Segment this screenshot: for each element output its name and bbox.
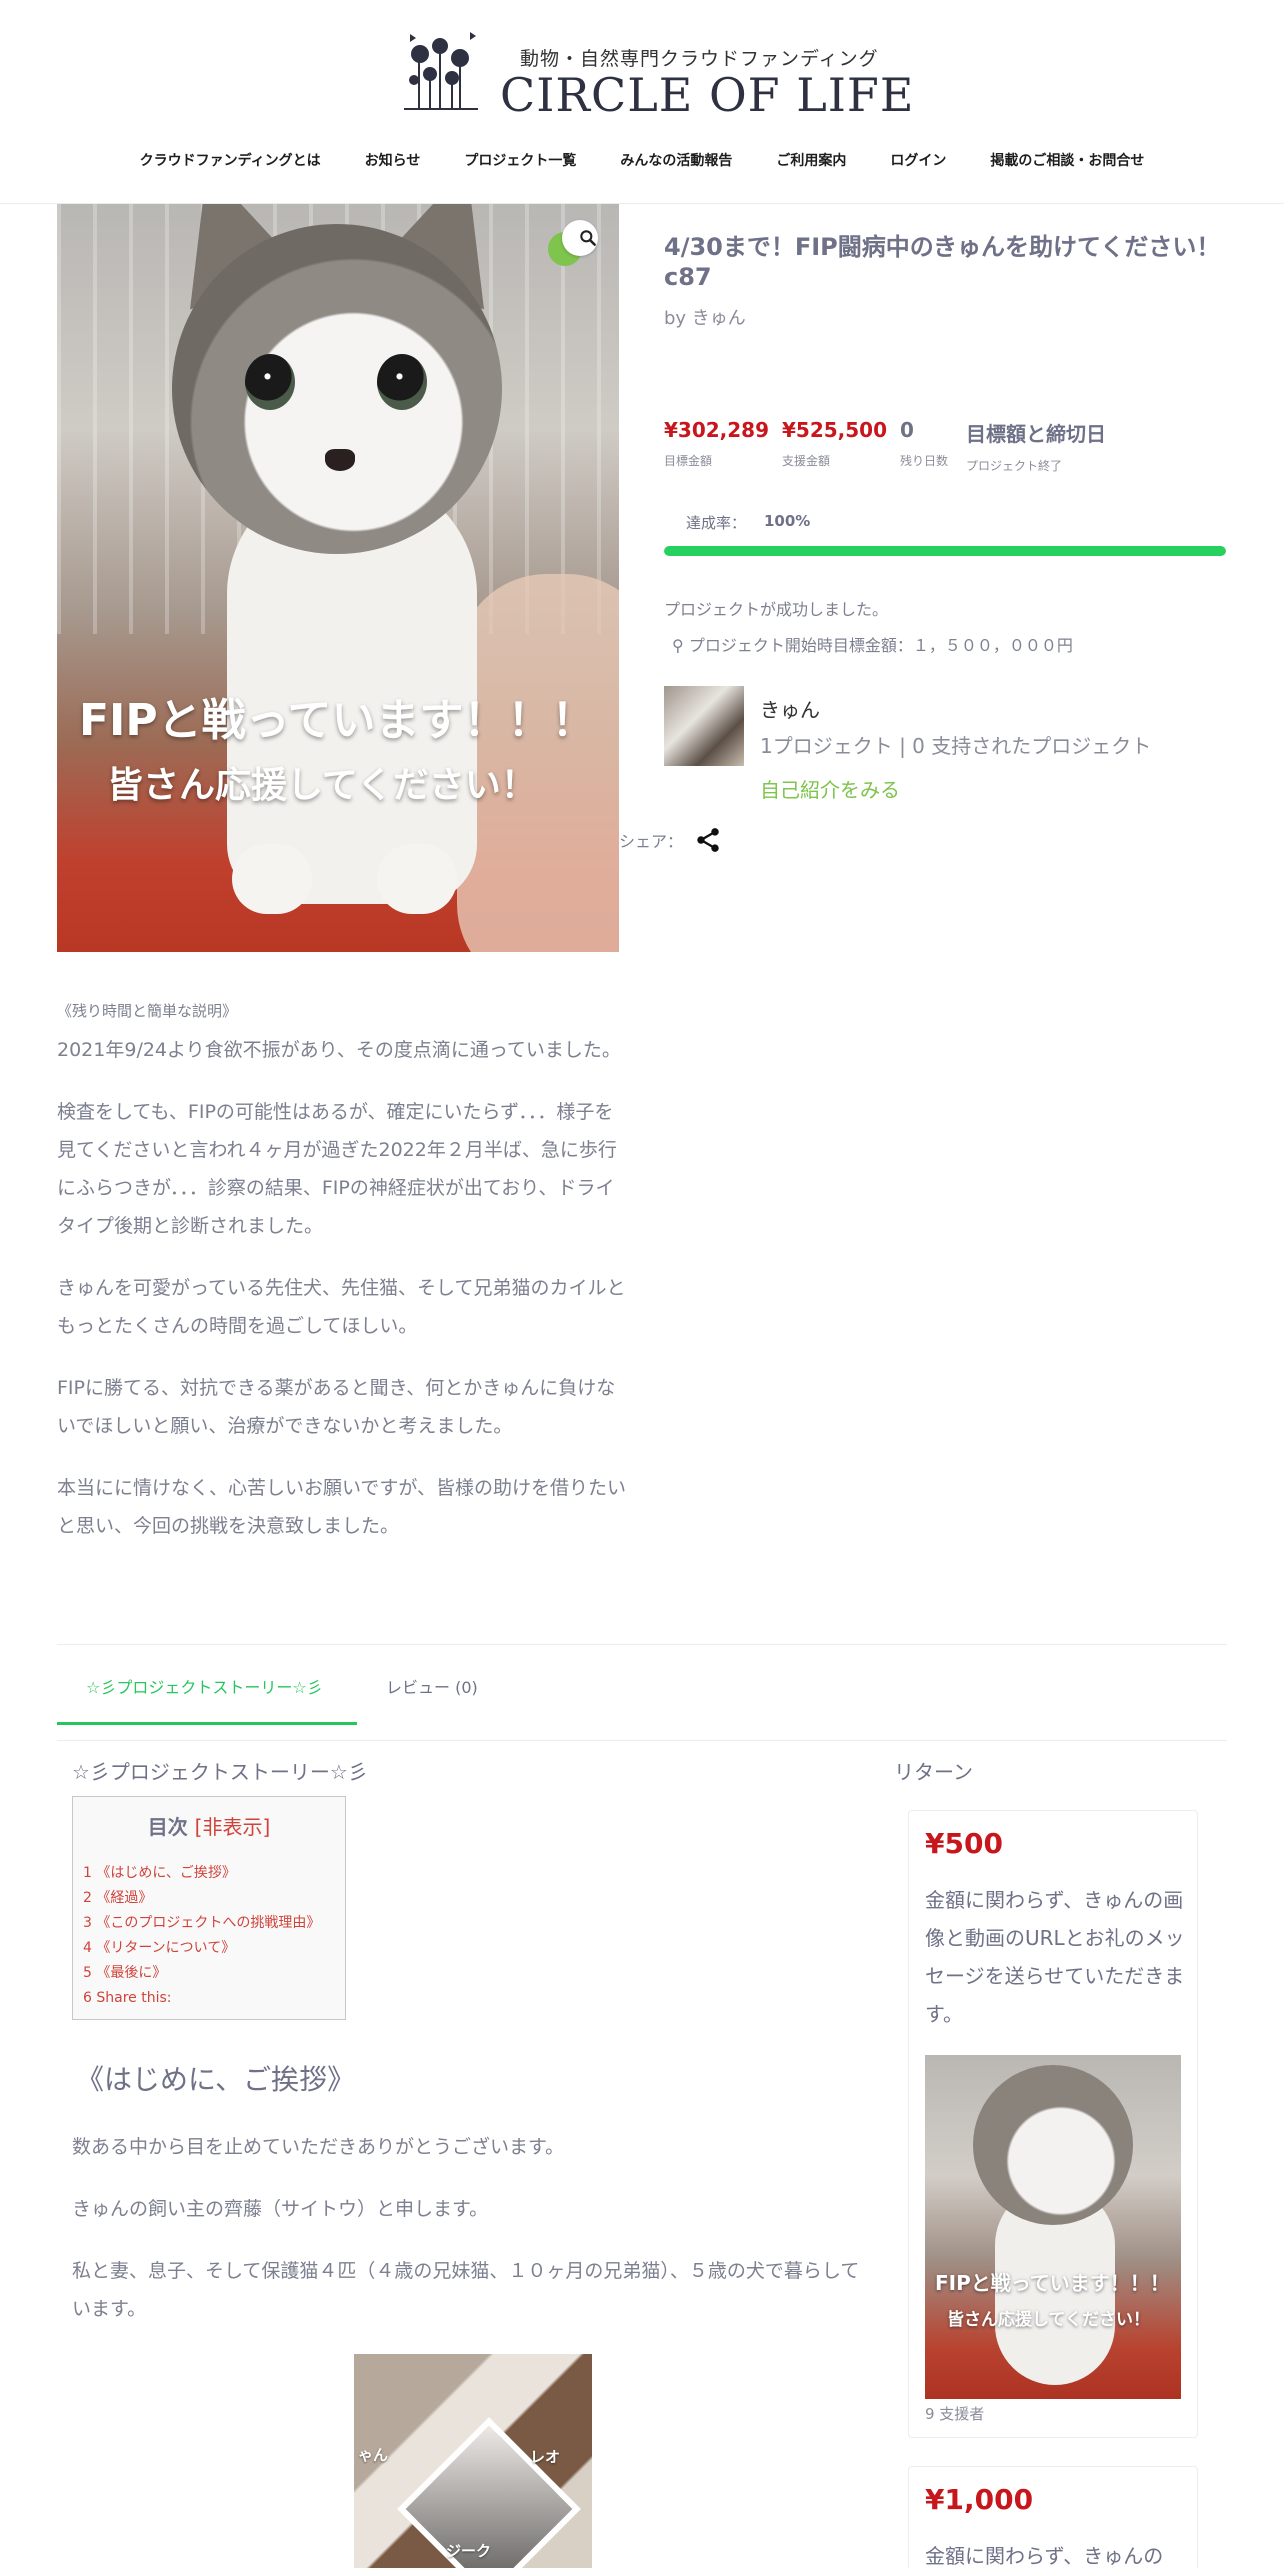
stat-goal-label: 目標金額	[664, 454, 713, 468]
description-paragraph: FIPに勝てる、対抗できる薬があると聞き、何とかきゅんに負けないでほしいと願い、…	[57, 1377, 616, 1437]
return-card[interactable]: ¥1,000 金額に関わらず、きゅんの	[908, 2466, 1198, 2568]
nav-item-about[interactable]: クラウドファンディングとは	[140, 150, 321, 180]
nav-item-login[interactable]: ログイン	[890, 150, 946, 180]
cat-paw-right	[377, 844, 457, 914]
return-description: 金額に関わらず、きゅんの画像と動画のURLとお礼のメッセージを送らせていただきま…	[925, 1888, 1185, 2026]
hero-caption-line1: FIPと戦っています！！！	[79, 695, 596, 746]
story-paragraph: 数ある中から目を止めていただきありがとうございます。	[72, 2136, 565, 2158]
return-image-caption-line1: FIPと戦っています！！！	[935, 2271, 1170, 2295]
flower-logo-icon	[404, 32, 478, 110]
toc-item[interactable]: 6 Share this:	[83, 1986, 320, 2011]
nav-item-guide[interactable]: ご利用案内	[776, 150, 846, 180]
story-title: ☆彡プロジェクトストーリー☆彡	[72, 1760, 368, 1784]
stat-goal: ¥302,289 目標金額	[664, 418, 769, 469]
return-price: ¥1,000	[925, 2483, 1034, 2516]
collage-label: ジーク	[446, 2542, 492, 2560]
collage-label: ゃん	[358, 2446, 389, 2464]
nav-item-reports[interactable]: みんなの活動報告	[620, 150, 732, 180]
cat-paw-left	[232, 844, 312, 914]
project-author: by きゅん	[664, 308, 746, 329]
hero-caption-line2: 皆さん応援してください！	[107, 765, 537, 806]
stat-days-value: 0	[900, 418, 914, 442]
owner-profile-link[interactable]: 自己紹介をみる	[760, 774, 900, 803]
share-label: シェア：	[619, 832, 684, 851]
tabs-divider-top	[57, 1644, 1227, 1645]
stat-raised: ¥525,500 支援金額	[782, 418, 887, 469]
logo-title: CIRCLE OF LIFE	[500, 68, 915, 122]
nav-item-contact[interactable]: 掲載のご相談・お問合せ	[990, 150, 1144, 180]
funding-progress-bar	[664, 546, 1226, 556]
return-price: ¥500	[925, 1827, 1003, 1860]
site-logo[interactable]: 動物・自然専門クラウドファンディング CIRCLE OF LIFE	[400, 28, 913, 122]
description-paragraph: 本当にに情けなく、心苦しいお願いですが、皆様の助けを借りたいと思い、今回の挑戦を…	[57, 1477, 627, 1537]
funding-rate-value: 100%	[764, 512, 811, 530]
stat-days-left: 0 残り日数	[900, 418, 948, 469]
start-goal: ⚲ プロジェクト開始時目標金額：１，５００，０００円	[672, 632, 1073, 656]
description-paragraph: 検査をしても、FIPの可能性はあるが、確定にいたらず．．．様子を見てくださいと言…	[57, 1101, 617, 1237]
toc-hide-toggle[interactable]: [非表示]	[195, 1815, 271, 1839]
return-card[interactable]: ¥500 金額に関わらず、きゅんの画像と動画のURLとお礼のメッセージを送らせて…	[908, 1810, 1198, 2438]
zoom-button[interactable]	[562, 220, 598, 256]
description-paragraph: きゅんを可愛がっている先住犬、先住猫、そして兄弟猫のカイルともっとたくさんの時間…	[57, 1277, 626, 1337]
project-description: 《残り時間と簡単な説明》 2021年9/24より食欲不振があり、その度点滴に通っ…	[57, 1000, 627, 1569]
description-heading: 《残り時間と簡単な説明》	[57, 1002, 238, 1020]
toc-item[interactable]: 5 《最後に》	[83, 1961, 320, 1986]
project-title: 4/30まで！FIP闘病中のきゅんを助けてください！c87	[664, 233, 1221, 291]
story-paragraph: 私と妻、息子、そして保護猫４匹（４歳の兄妹猫、１０ヶ月の兄弟猫）、５歳の犬で暮ら…	[72, 2260, 860, 2320]
owner-name[interactable]: きゅん	[760, 694, 820, 723]
logo-subtitle: 動物・自然専門クラウドファンディング	[520, 48, 879, 70]
tab-reviews[interactable]: レビュー (0)	[386, 1674, 478, 1698]
share-icon[interactable]	[694, 826, 722, 854]
collage-label: レオ	[530, 2448, 561, 2466]
cat-head	[973, 2065, 1133, 2225]
toc-item[interactable]: 1 《はじめに、ご挨拶》	[83, 1861, 320, 1886]
active-tab-indicator	[57, 1722, 357, 1725]
cat-eye-left	[245, 354, 295, 410]
pets-collage-image: ゃん レオ ジーク	[354, 2354, 592, 2568]
funding-rate-label: 達成率：	[686, 514, 747, 532]
nav-item-news[interactable]: お知らせ	[365, 150, 421, 180]
toc-header: 目次 [非表示]	[73, 1811, 345, 1840]
toc-item[interactable]: 2 《経過》	[83, 1886, 320, 1911]
map-pin-icon: ⚲	[672, 636, 684, 655]
tab-story[interactable]: ☆彡プロジェクトストーリー☆彡	[86, 1674, 323, 1698]
tabs-divider-bottom	[57, 1740, 1227, 1741]
owner-avatar[interactable]	[664, 686, 744, 766]
cat-eye-right	[377, 354, 427, 410]
return-description: 金額に関わらず、きゅんの	[925, 2544, 1164, 2568]
cat-head	[172, 224, 502, 554]
nav-item-projects[interactable]: プロジェクト一覧	[464, 150, 576, 180]
stat-days-label: 残り日数	[900, 454, 949, 468]
stat-type-value: 目標額と締切日	[966, 422, 1106, 446]
story-paragraph: きゅんの飼い主の齊藤（サイトウ）と申します。	[72, 2198, 489, 2220]
return-image: FIPと戦っています！！！ 皆さん応援してください！	[925, 2055, 1181, 2399]
stat-type: 目標額と締切日 プロジェクト終了	[966, 418, 1106, 474]
toc-title: 目次	[147, 1815, 188, 1839]
start-goal-text: プロジェクト開始時目標金額：１，５００，０００円	[688, 636, 1073, 655]
toc-item[interactable]: 4 《リターンについて》	[83, 1936, 320, 1961]
description-paragraph: 2021年9/24より食欲不振があり、その度点滴に通っていました。	[57, 1039, 621, 1061]
return-image-caption-line2: 皆さん応援してください！	[947, 2310, 1150, 2330]
main-nav: クラウドファンディングとは お知らせ プロジェクト一覧 みんなの活動報告 ご利用…	[0, 150, 1284, 180]
project-main-image[interactable]: FIPと戦っています！！！ 皆さん応援してください！	[57, 204, 619, 952]
owner-meta: 1プロジェクト | 0 支持されたプロジェクト	[760, 734, 1152, 758]
section-heading: 《はじめに、ご挨拶》	[76, 2063, 356, 2096]
stat-goal-value: ¥302,289	[664, 418, 770, 442]
toc-list: 1 《はじめに、ご挨拶》 2 《経過》 3 《このプロジェクトへの挑戦理由》 4…	[83, 1861, 320, 2011]
toc-item[interactable]: 3 《このプロジェクトへの挑戦理由》	[83, 1911, 320, 1936]
table-of-contents: 目次 [非表示] 1 《はじめに、ご挨拶》 2 《経過》 3 《このプロジェクト…	[72, 1796, 346, 2020]
stat-raised-label: 支援金額	[782, 454, 831, 468]
success-message: プロジェクトが成功しました。	[664, 600, 889, 619]
cat-nose	[325, 449, 355, 471]
site-header: 動物・自然専門クラウドファンディング CIRCLE OF LIFE クラウドファ…	[0, 0, 1284, 204]
return-backers: 9 支援者	[925, 2405, 985, 2423]
search-icon	[580, 230, 596, 246]
stat-raised-value: ¥525,500	[782, 418, 888, 442]
returns-title: リターン	[894, 1760, 973, 1784]
stat-type-label: プロジェクト終了	[966, 459, 1063, 473]
funding-progress-fill	[664, 546, 1226, 556]
